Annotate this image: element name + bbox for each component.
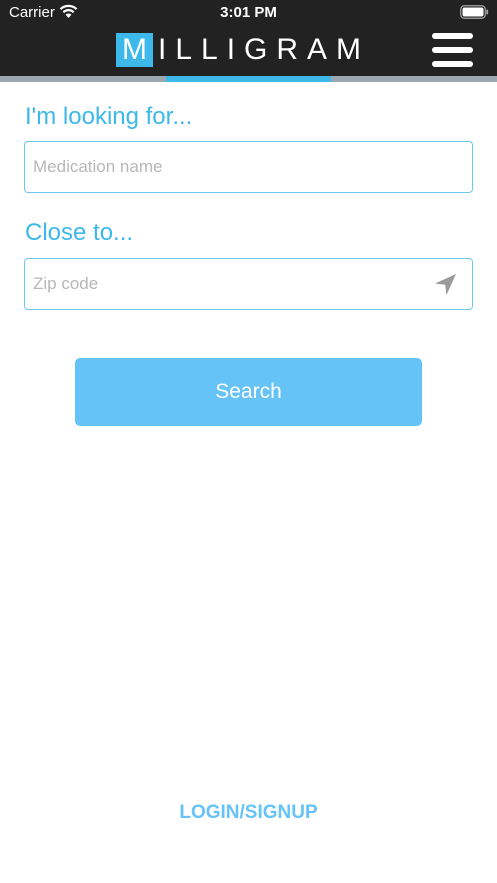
zip-field[interactable] bbox=[24, 258, 473, 310]
hamburger-menu-icon[interactable] bbox=[432, 33, 473, 67]
medication-field[interactable] bbox=[24, 141, 473, 193]
medication-input[interactable] bbox=[33, 142, 433, 192]
location-arrow-icon[interactable] bbox=[433, 272, 458, 297]
medication-label: I'm looking for... bbox=[25, 103, 193, 130]
app-header: Carrier 3:01 PM M ILLIGRAM bbox=[0, 0, 497, 78]
login-signup-link[interactable]: LOGIN/SIGNUP bbox=[0, 802, 497, 824]
status-time: 3:01 PM bbox=[220, 4, 277, 21]
tab-indicator-strip bbox=[0, 76, 497, 82]
location-label: Close to... bbox=[25, 219, 134, 246]
logo-initial: M bbox=[116, 33, 153, 67]
zip-input[interactable] bbox=[33, 259, 433, 309]
tab-indicator-2-active bbox=[165, 76, 332, 82]
logo-wordmark: ILLIGRAM bbox=[158, 33, 371, 66]
search-button[interactable]: Search bbox=[75, 358, 422, 426]
tab-indicator-3 bbox=[331, 76, 497, 82]
milligram-logo: M ILLIGRAM bbox=[116, 33, 370, 67]
battery-icon bbox=[460, 5, 489, 19]
status-bar: Carrier 3:01 PM bbox=[0, 0, 497, 26]
tab-indicator-1 bbox=[0, 76, 166, 82]
